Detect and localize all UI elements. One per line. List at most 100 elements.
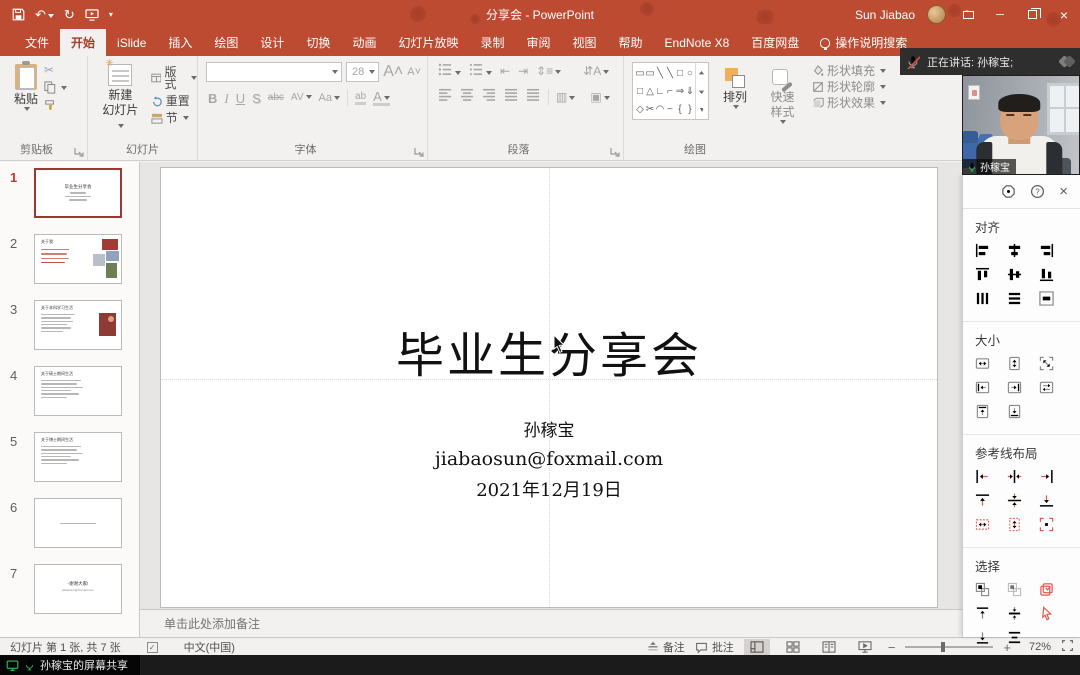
shape-glyph-icon[interactable]: ╲ xyxy=(657,68,663,79)
clipboard-dialog-launcher-icon[interactable] xyxy=(74,147,84,157)
redo-icon[interactable]: ↻ xyxy=(64,8,75,21)
same-height-icon[interactable] xyxy=(1007,356,1039,380)
language-status[interactable]: 中文(中国) xyxy=(184,639,235,655)
tab-draw[interactable]: 绘图 xyxy=(203,29,249,56)
swap-width-height-icon[interactable] xyxy=(1039,380,1071,404)
align-right-button[interactable] xyxy=(482,88,497,106)
quick-styles-button[interactable]: 快速样式 xyxy=(761,60,804,160)
underline-button[interactable]: U xyxy=(236,92,245,105)
shape-glyph-icon[interactable]: ~ xyxy=(667,104,673,115)
slide-subtitle-block[interactable]: 孙稼宝 jiabaosun@foxmail.com 2021年12月19日 xyxy=(161,416,937,502)
format-painter-icon[interactable] xyxy=(44,99,67,111)
cut-icon[interactable]: ✂ xyxy=(44,64,67,76)
slide-thumbnail-6[interactable]: 6 xyxy=(0,498,139,564)
shape-glyph-icon[interactable]: } xyxy=(688,104,691,115)
slide-thumbnail-4[interactable]: 4关于硕士期间生活 xyxy=(0,366,139,432)
guide-right-icon[interactable] xyxy=(1039,469,1071,493)
distribute-gap-icon[interactable] xyxy=(1007,630,1039,654)
align-edge-top-icon[interactable] xyxy=(975,404,1007,428)
distribute-middle-icon[interactable] xyxy=(1007,606,1039,630)
font-size-combo[interactable]: 28 xyxy=(346,62,379,82)
panel-close-icon[interactable]: × xyxy=(1059,184,1068,199)
guide-bottom-icon[interactable] xyxy=(1039,493,1071,517)
panel-settings-icon[interactable] xyxy=(1001,184,1016,199)
align-right-icon[interactable] xyxy=(1039,243,1071,267)
distribute-horizontal-icon[interactable] xyxy=(975,291,1007,315)
align-text-icon[interactable]: ▣ xyxy=(590,90,609,104)
slideshow-view-button[interactable] xyxy=(852,639,878,656)
shapes-scroll-up-icon[interactable] xyxy=(697,69,706,77)
snap-bottom-icon[interactable] xyxy=(975,630,1007,654)
account-avatar[interactable] xyxy=(927,5,946,24)
close-icon[interactable]: × xyxy=(1054,6,1074,24)
shape-glyph-icon[interactable]: ⌐ xyxy=(667,86,673,97)
shape-glyph-icon[interactable]: ⇒ xyxy=(676,86,684,97)
notes-toggle-button[interactable]: 备注 xyxy=(647,639,685,655)
select-all-icon[interactable] xyxy=(1039,582,1071,606)
pointer-select-icon[interactable] xyxy=(1039,606,1071,630)
zoom-slider-handle[interactable] xyxy=(941,642,945,652)
change-case-button[interactable]: Aa xyxy=(319,93,340,104)
shape-glyph-icon[interactable]: ◠ xyxy=(656,104,665,115)
align-center-horizontal-icon[interactable] xyxy=(1007,243,1039,267)
shrink-font-icon[interactable]: A˅ xyxy=(407,67,421,78)
guide-top-icon[interactable] xyxy=(975,493,1007,517)
strikethrough-button[interactable]: abc xyxy=(268,93,284,103)
slide-thumbnail-5[interactable]: 5关于博士期间生活 xyxy=(0,432,139,498)
bullets-button[interactable] xyxy=(438,63,461,79)
thumbnail-preview[interactable]: 关于本科学习生活 xyxy=(34,300,122,350)
align-bottom-icon[interactable] xyxy=(1039,267,1071,291)
tab-insert[interactable]: 插入 xyxy=(157,29,203,56)
guide-margins-icon[interactable] xyxy=(1039,517,1071,541)
copy-icon[interactable] xyxy=(44,81,67,94)
customize-qat-icon[interactable]: ▾ xyxy=(109,11,113,19)
bold-button[interactable]: B xyxy=(208,92,217,105)
shape-glyph-icon[interactable]: ▭ xyxy=(635,68,644,79)
thumbnail-preview[interactable]: 关于我 xyxy=(34,234,122,284)
shape-effects-button[interactable]: 形状效果 xyxy=(812,97,886,109)
panel-help-icon[interactable] xyxy=(1030,184,1045,199)
same-width-icon[interactable] xyxy=(975,356,1007,380)
layout-button[interactable]: 版式 xyxy=(151,66,197,90)
tab-baidu-netdisk[interactable]: 百度网盘 xyxy=(740,29,810,56)
align-middle-vertical-icon[interactable] xyxy=(1007,267,1039,291)
tab-help[interactable]: 帮助 xyxy=(608,29,654,56)
ungroup-icon[interactable] xyxy=(1007,582,1039,606)
highlight-color-button[interactable]: ab xyxy=(355,92,366,105)
tab-transitions[interactable]: 切换 xyxy=(295,29,341,56)
guide-center-vertical-icon[interactable] xyxy=(1007,469,1039,493)
account-name[interactable]: Sun Jiabao xyxy=(855,8,915,22)
align-center-button[interactable] xyxy=(460,88,475,106)
slide-thumbnail-panel[interactable]: 1毕业生分享会2关于我3关于本科学习生活4关于硕士期间生活5关于博士期间生活67… xyxy=(0,162,140,637)
tab-design[interactable]: 设计 xyxy=(249,29,295,56)
stretch-fill-icon[interactable] xyxy=(1039,291,1071,315)
shapes-scroll-down-icon[interactable] xyxy=(697,88,706,96)
character-spacing-button[interactable]: AV xyxy=(291,93,312,103)
guide-middle-horizontal-icon[interactable] xyxy=(1007,493,1039,517)
accessibility-checker-icon[interactable]: ✓ xyxy=(147,642,158,653)
shape-glyph-icon[interactable]: ╲ xyxy=(667,68,673,79)
slide-thumbnail-1[interactable]: 1毕业生分享会 xyxy=(0,168,139,234)
shape-glyph-icon[interactable]: ✂ xyxy=(646,104,654,115)
slide-canvas[interactable]: 毕业生分享会 孙稼宝 jiabaosun@foxmail.com 2021年12… xyxy=(160,167,938,608)
thumbnail-preview[interactable]: 毕业生分享会 xyxy=(34,168,122,218)
shape-glyph-icon[interactable]: ⇓ xyxy=(686,86,694,97)
undo-icon[interactable]: ↶ xyxy=(35,8,54,21)
line-spacing-icon[interactable]: ⇕≡ xyxy=(536,64,561,78)
reading-view-button[interactable] xyxy=(816,639,842,656)
shapes-more-icon[interactable]: ▾ xyxy=(700,108,703,113)
thumbnail-preview[interactable]: -谢谢大家!jiabaosun@foxmail.com xyxy=(34,564,122,614)
columns-icon[interactable]: ▥ xyxy=(556,90,575,104)
group-icon[interactable] xyxy=(975,582,1007,606)
slide-sorter-view-button[interactable] xyxy=(780,639,806,656)
reset-button[interactable]: 重置 xyxy=(151,95,197,107)
slide-thumbnail-7[interactable]: 7-谢谢大家!jiabaosun@foxmail.com xyxy=(0,564,139,630)
section-button[interactable]: 节 xyxy=(151,112,197,124)
zoom-out-icon[interactable]: − xyxy=(888,640,896,655)
shape-glyph-icon[interactable]: ▭ xyxy=(645,68,654,79)
notes-pane[interactable]: 单击此处添加备注 xyxy=(140,609,1080,637)
distribute-button[interactable] xyxy=(526,88,541,106)
justify-button[interactable] xyxy=(504,88,519,106)
guide-width-icon[interactable] xyxy=(975,517,1007,541)
webcam-video[interactable]: 孙稼宝 xyxy=(962,75,1080,175)
